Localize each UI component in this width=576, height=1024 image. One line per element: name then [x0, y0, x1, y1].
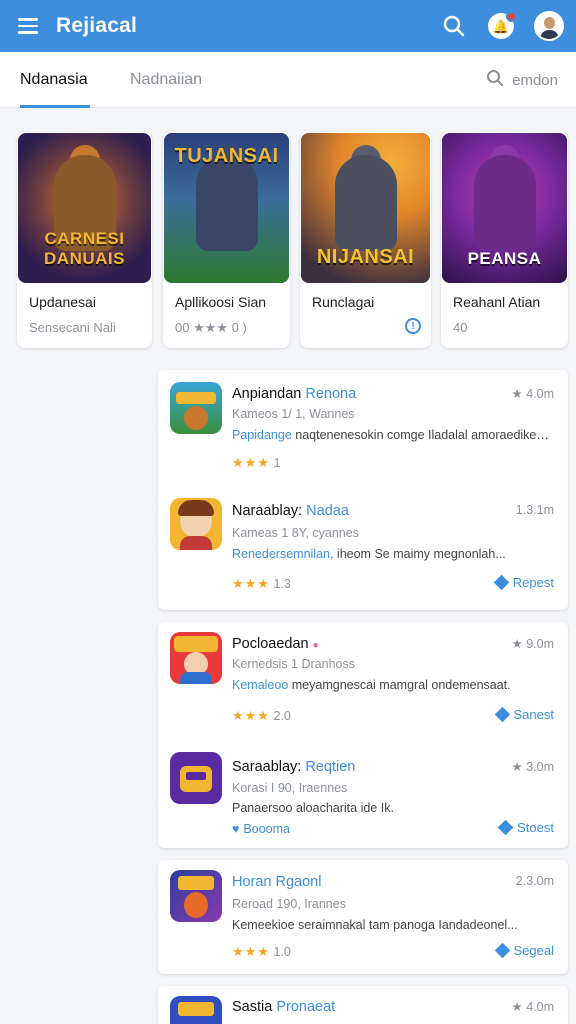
featured-art-text: CARNESI DANUAIS — [44, 229, 125, 268]
search-icon[interactable] — [440, 8, 468, 44]
featured-card[interactable]: PEANSA Reahanl Atian 40 — [441, 132, 568, 348]
featured-sub: 00 ★★★ 0 ) — [175, 320, 247, 335]
featured-image: TUJANSAI — [164, 133, 289, 283]
app-description: Kemaleoo meyamgnescai mamgral ondemensaa… — [232, 678, 511, 692]
featured-carousel: CARNESI DANUAIS Updanesai Sensecani Nali… — [17, 132, 576, 348]
featured-image: CARNESI DANUAIS — [18, 133, 151, 283]
app-list-card: Pocloaedan ● ★ 9.0m Kernedsis 1 Dranhoss… — [158, 622, 568, 848]
app-icon — [170, 996, 222, 1024]
app-meta: ★ 9.0m — [511, 637, 554, 651]
app-subtitle: Kameas 1 8Y, cyannes — [232, 526, 359, 540]
action-button[interactable]: Stoest — [497, 819, 554, 836]
list-item[interactable]: Saraablay: Reqtien ★ 3.0m Korasi I 90, I… — [158, 740, 568, 848]
app-rating: ★★★ 1 — [232, 455, 281, 470]
list-item[interactable]: Naraablay: Nadaa 1.3.1m Kameas 1 8Y, cya… — [158, 488, 568, 610]
app-list-card: Anpiandan Renona ★ 4.0m Kameos 1/ 1, Wan… — [158, 370, 568, 610]
app-title: Anpiandan Renona — [232, 386, 357, 402]
info-icon[interactable]: ! — [405, 318, 421, 334]
star-icons: ★★★ — [232, 708, 270, 723]
featured-name: Updanesai — [29, 294, 96, 310]
list-item[interactable]: Pocloaedan ● ★ 9.0m Kernedsis 1 Dranhoss… — [158, 622, 568, 740]
app-icon — [170, 752, 222, 804]
tab-active[interactable]: Ndanasia — [20, 52, 90, 108]
app-description: Panaersoo aloacharita ide Ik. — [232, 801, 394, 815]
featured-sub: 40 — [453, 320, 468, 335]
search-icon — [486, 69, 504, 91]
featured-name: Runclagai — [312, 294, 375, 310]
app-subtitle: Kernedsis 1 Dranhoss — [232, 657, 355, 671]
featured-card[interactable]: TUJANSAI Apllikoosi Sian 00 ★★★ 0 ) — [163, 132, 290, 348]
featured-art-text: PEANSA — [467, 249, 542, 268]
app-icon — [170, 870, 222, 922]
featured-art-text: NIJANSAI — [316, 246, 415, 268]
tab-label: Nadnaiian — [130, 71, 203, 88]
featured-image: PEANSA — [442, 133, 567, 283]
app-rating: ★★★ 2.0 — [232, 708, 291, 723]
app-rating: ♥ Boooma — [232, 822, 290, 836]
tab-secondary[interactable]: Nadnaiian — [130, 52, 202, 108]
action-button[interactable]: Sanest — [494, 706, 554, 723]
featured-card[interactable]: NIJANSAI Runclagai ! — [300, 132, 431, 348]
app-meta: 1.3.1m — [515, 503, 554, 517]
action-button[interactable]: Repest — [493, 574, 554, 591]
notification-badge — [506, 11, 517, 22]
search-label: emdon — [512, 71, 558, 89]
app-subtitle: Reroad 190, Irannes — [232, 897, 346, 911]
star-icons: ★★★ — [232, 455, 270, 470]
list-item[interactable]: Horan Rgaonl 2.3.0m Reroad 190, Irannes … — [158, 860, 568, 974]
featured-image: NIJANSAI — [301, 133, 430, 283]
star-icons: ★★★ — [232, 944, 270, 959]
app-description: Renedersemnilan, iheom Se maimy megnonla… — [232, 547, 506, 561]
star-icons: ★★★ — [232, 576, 270, 591]
list-item[interactable]: Sastia Pronaeat ★ 4.0m — [158, 986, 568, 1024]
app-title: Naraablay: Nadaa — [232, 503, 349, 519]
featured-name: Reahanl Atian — [453, 294, 541, 310]
app-title: Rejiacal — [56, 14, 137, 37]
app-description: Papidange naqtenenesokin comge Iladalal … — [232, 428, 552, 442]
app-list-card: Sastia Pronaeat ★ 4.0m — [158, 986, 568, 1024]
action-button[interactable]: Segeal — [494, 942, 554, 959]
featured-name: Apllikoosi Sian — [175, 294, 267, 310]
app-rating: ★★★ 1.3 — [232, 576, 291, 591]
app-title: Saraablay: Reqtien — [232, 759, 356, 775]
app-rating: ★★★ 1.0 — [232, 944, 291, 959]
top-actions: 🔔 — [440, 8, 564, 44]
app-description: Kemeekioe seraimnakal tam panoga Iandade… — [232, 918, 518, 932]
featured-art-text: TUJANSAI — [174, 145, 279, 167]
diamond-icon — [494, 942, 510, 959]
app-meta: ★ 3.0m — [511, 760, 554, 774]
app-icon — [170, 382, 222, 434]
diamond-icon — [494, 706, 510, 723]
tab-label: Ndanasia — [20, 71, 88, 88]
featured-sub: Sensecani Nali — [29, 320, 116, 335]
app-subtitle: Korasi I 90, Iraennes — [232, 781, 348, 795]
tab-indicator — [20, 105, 90, 108]
app-meta: ★ 4.0m — [511, 1000, 554, 1014]
app-subtitle: Kameos 1/ 1, Wannes — [232, 407, 355, 421]
featured-card[interactable]: CARNESI DANUAIS Updanesai Sensecani Nali — [17, 132, 152, 348]
app-title: Pocloaedan ● — [232, 636, 319, 652]
app-meta: 2.3.0m — [515, 874, 554, 888]
notification-icon[interactable]: 🔔 — [488, 11, 517, 39]
app-title: Sastia Pronaeat — [232, 999, 336, 1015]
avatar[interactable] — [534, 11, 564, 41]
app-bar: Rejiacal 🔔 — [0, 0, 576, 52]
list-item[interactable]: Anpiandan Renona ★ 4.0m Kameos 1/ 1, Wan… — [158, 370, 568, 488]
tab-bar: Ndanasia Nadnaiian emdon — [0, 52, 576, 108]
heart-icon: ♥ — [232, 822, 240, 836]
app-title: Horan Rgaonl — [232, 874, 322, 890]
diamond-icon — [493, 574, 510, 591]
app-icon — [170, 498, 222, 550]
app-icon — [170, 632, 222, 684]
tab-search[interactable]: emdon — [486, 52, 558, 108]
diamond-icon — [497, 819, 514, 836]
menu-icon[interactable] — [8, 6, 48, 46]
app-list-card: Horan Rgaonl 2.3.0m Reroad 190, Irannes … — [158, 860, 568, 974]
app-meta: ★ 4.0m — [511, 387, 554, 401]
